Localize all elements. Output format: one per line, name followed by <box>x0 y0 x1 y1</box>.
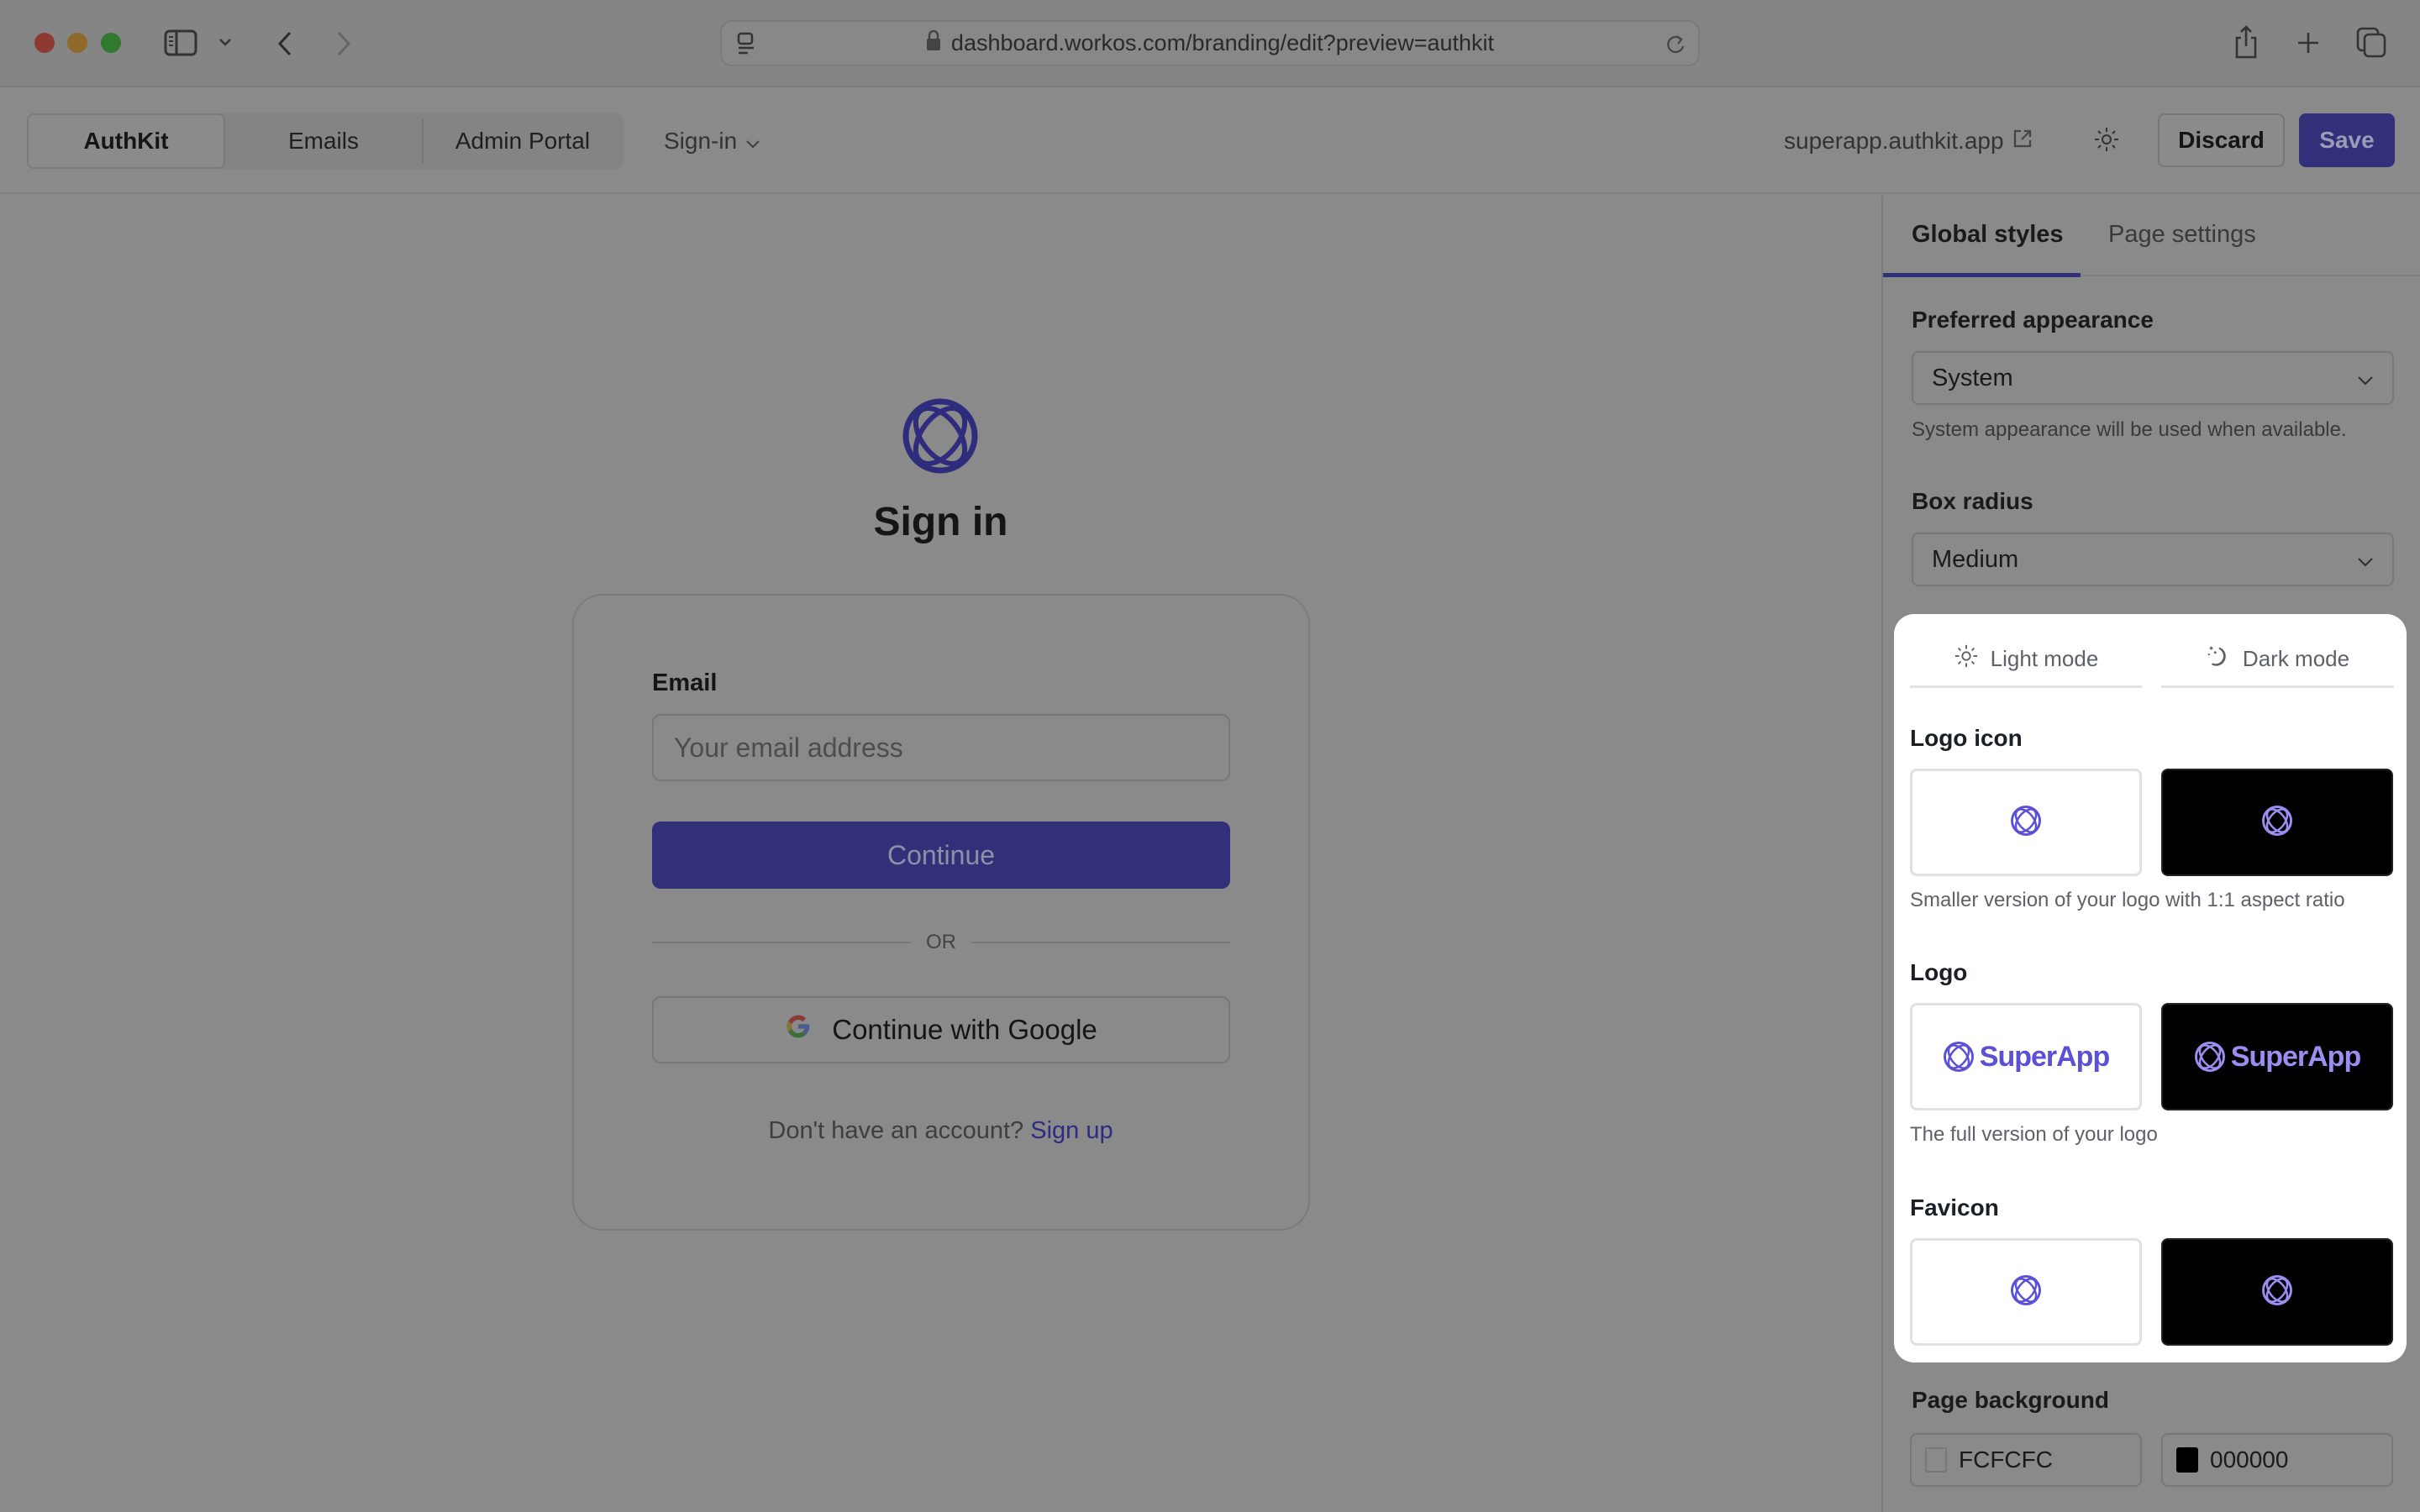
logo-icon-light-upload[interactable] <box>1910 769 2142 876</box>
superapp-wordmark: SuperApp <box>2194 1040 2361 1074</box>
divider-line <box>971 942 1230 943</box>
product-segmented-control: AuthKit Emails Admin Portal <box>27 113 623 169</box>
preferred-appearance-label: Preferred appearance <box>1912 307 2154 333</box>
color-swatch-light[interactable] <box>1925 1447 1947 1473</box>
save-button[interactable]: Save <box>2299 113 2395 167</box>
hosted-domain-link[interactable]: superapp.authkit.app <box>1784 113 2033 169</box>
app-toolbar: AuthKit Emails Admin Portal Sign-in supe… <box>0 89 2420 194</box>
theme-toggle-button[interactable] <box>2088 123 2125 160</box>
brand-logo-icon <box>2261 805 2293 841</box>
lock-icon <box>926 29 941 57</box>
logo-dark-upload[interactable]: SuperApp <box>2161 1003 2393 1110</box>
google-icon <box>785 1013 812 1047</box>
email-input[interactable] <box>652 714 1230 781</box>
or-label: OR <box>926 931 956 953</box>
box-radius-select[interactable]: Medium <box>1912 533 2394 586</box>
external-link-icon <box>2012 128 2033 155</box>
signup-prompt: Don't have an account? Sign up <box>0 1117 1881 1145</box>
moon-stars-icon <box>2206 643 2231 675</box>
address-bar[interactable]: dashboard.workos.com/branding/edit?previ… <box>720 20 1700 66</box>
sun-icon <box>1954 643 1979 675</box>
reload-icon[interactable] <box>1663 32 1688 57</box>
brand-logo-icon <box>2261 1274 2293 1310</box>
back-icon[interactable] <box>272 29 297 59</box>
page-background-dark-input[interactable]: 000000 <box>2161 1433 2393 1487</box>
preferred-appearance-help: System appearance will be used when avai… <box>1912 418 2347 441</box>
brand-logo-icon <box>2010 1274 2042 1310</box>
logo-help: The full version of your logo <box>1910 1123 2158 1146</box>
dark-mode-label: Dark mode <box>2242 646 2350 671</box>
signup-prompt-text: Don't have an account? <box>768 1117 1024 1144</box>
tab-authkit[interactable]: AuthKit <box>27 113 225 169</box>
share-icon[interactable] <box>2232 22 2260 62</box>
tab-overview-icon[interactable] <box>2354 25 2388 59</box>
new-tab-icon[interactable] <box>2294 29 2323 57</box>
forward-icon[interactable] <box>331 29 356 59</box>
sidebar-icon[interactable] <box>163 29 198 57</box>
panel-tabs: Global styles Page settings <box>1883 196 2420 277</box>
zoom-window-button[interactable] <box>101 33 121 53</box>
chevron-down-icon <box>2357 365 2374 392</box>
url-text[interactable]: dashboard.workos.com/branding/edit?previ… <box>951 30 1494 56</box>
tab-emails[interactable]: Emails <box>225 113 422 169</box>
logo-assets-card: Light mode Dark mode Logo icon Smaller v… <box>1894 614 2407 1362</box>
google-button-label: Continue with Google <box>832 1014 1097 1045</box>
brand-logo-icon <box>2010 805 2042 841</box>
page-background-light-value: FCFCFC <box>1959 1446 2053 1473</box>
favicon-dark-upload[interactable] <box>2161 1238 2393 1346</box>
favicon-label: Favicon <box>1910 1194 1999 1221</box>
chevron-down-icon <box>745 128 760 155</box>
email-label: Email <box>652 669 718 696</box>
brand-logo-icon <box>1943 1042 1974 1072</box>
tab-global-styles[interactable]: Global styles <box>1912 221 2064 249</box>
logo-icon-dark-upload[interactable] <box>2161 769 2393 876</box>
chevron-down-icon <box>2357 546 2374 574</box>
color-swatch-dark[interactable] <box>2176 1447 2198 1473</box>
wordmark-text: SuperApp <box>1979 1040 2110 1073</box>
chevron-down-icon[interactable] <box>217 34 234 50</box>
host-link-text: superapp.authkit.app <box>1784 128 2004 154</box>
box-radius-value: Medium <box>1932 545 2019 573</box>
superapp-wordmark: SuperApp <box>1943 1040 2110 1074</box>
tab-admin-portal[interactable]: Admin Portal <box>424 113 622 169</box>
page-background-label: Page background <box>1912 1387 2109 1413</box>
favicon-light-upload[interactable] <box>1910 1238 2142 1346</box>
active-tab-indicator <box>1883 273 2081 277</box>
signup-link[interactable]: Sign up <box>1030 1117 1113 1144</box>
continue-button[interactable]: Continue <box>652 822 1230 889</box>
tab-light-mode[interactable]: Light mode <box>1910 633 2142 688</box>
tab-page-settings[interactable]: Page settings <box>2108 221 2256 249</box>
light-mode-label: Light mode <box>1990 646 2099 671</box>
logo-icon-label: Logo icon <box>1910 725 2023 751</box>
logo-light-upload[interactable]: SuperApp <box>1910 1003 2142 1110</box>
logo-icon-help: Smaller version of your logo with 1:1 as… <box>1910 889 2345 911</box>
page-select-value: Sign-in <box>664 128 738 154</box>
box-radius-label: Box radius <box>1912 488 2033 514</box>
preferred-appearance-select[interactable]: System <box>1912 351 2394 405</box>
divider-line <box>652 942 911 943</box>
preferred-appearance-value: System <box>1932 364 2013 391</box>
page-select-dropdown[interactable]: Sign-in <box>664 113 760 169</box>
sun-icon <box>2093 126 2120 157</box>
or-divider: OR <box>652 928 1230 957</box>
logo-label: Logo <box>1910 959 1968 985</box>
page-background-dark-value: 000000 <box>2210 1446 2289 1473</box>
continue-with-google-button[interactable]: Continue with Google <box>652 996 1230 1063</box>
minimize-window-button[interactable] <box>67 33 87 53</box>
discard-button[interactable]: Discard <box>2158 113 2285 167</box>
brand-logo-icon <box>902 397 979 475</box>
close-window-button[interactable] <box>34 33 55 53</box>
tab-dark-mode[interactable]: Dark mode <box>2161 633 2394 688</box>
page-background-light-input[interactable]: FCFCFC <box>1910 1433 2142 1487</box>
signin-title: Sign in <box>873 500 1008 544</box>
browser-chrome: dashboard.workos.com/branding/edit?previ… <box>0 0 2420 87</box>
brand-logo-icon <box>2194 1042 2225 1072</box>
wordmark-text: SuperApp <box>2230 1040 2361 1073</box>
